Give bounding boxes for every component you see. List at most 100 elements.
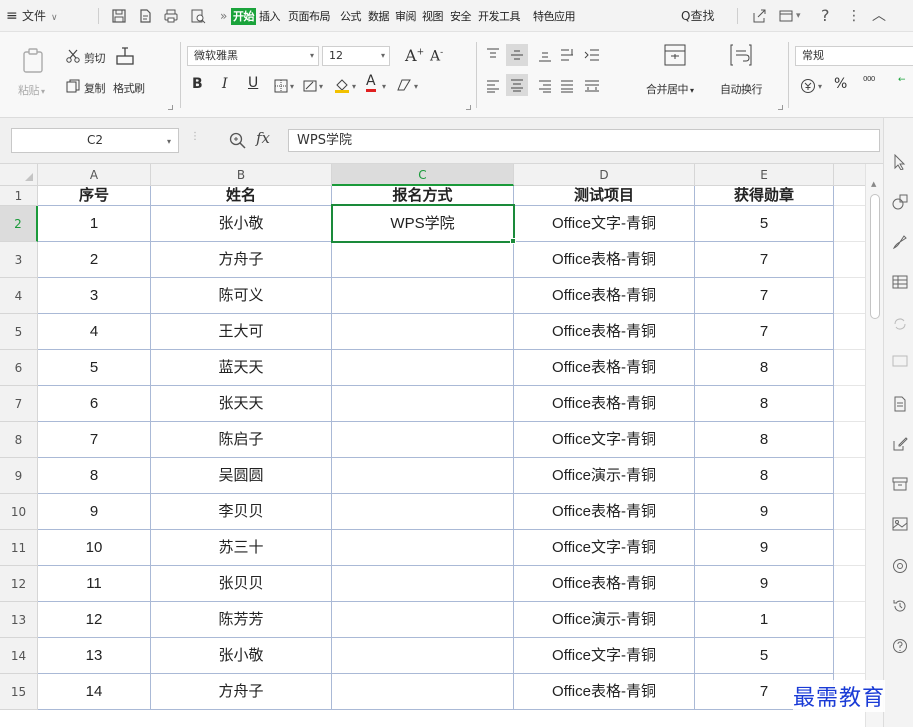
cell-e6[interactable]: 8 <box>695 350 834 386</box>
cut-button[interactable]: 剪切 <box>84 50 106 66</box>
cell-b6[interactable]: 蓝天天 <box>151 350 332 386</box>
cell-f1[interactable] <box>834 186 865 206</box>
indent-icon[interactable] <box>584 48 600 62</box>
collapse-ribbon-button[interactable]: ︿ <box>872 0 886 32</box>
row-header-14[interactable]: 14 <box>0 638 38 674</box>
row-header-10[interactable]: 10 <box>0 494 38 530</box>
table-icon[interactable] <box>892 274 908 290</box>
comment-icon[interactable] <box>892 354 908 370</box>
orientation-icon[interactable] <box>560 48 576 62</box>
column-header-extra[interactable] <box>834 164 865 186</box>
cell-d6[interactable]: Office表格-青铜 <box>514 350 695 386</box>
cell-e1[interactable]: 获得勋章 <box>695 186 834 206</box>
shapes-icon[interactable] <box>892 194 908 210</box>
cell-b12[interactable]: 张贝贝 <box>151 566 332 602</box>
zoom-formula-icon[interactable] <box>229 132 246 149</box>
formula-input[interactable]: WPS学院 <box>288 129 880 152</box>
cell-c13[interactable] <box>332 602 514 638</box>
font-name-select[interactable]: 微软雅黑 ▾ <box>187 46 319 66</box>
row-header-7[interactable]: 7 <box>0 386 38 422</box>
cell-f5[interactable] <box>834 314 865 350</box>
cell-c9[interactable] <box>332 458 514 494</box>
row-header-9[interactable]: 9 <box>0 458 38 494</box>
chevron-down-icon[interactable]: ▾ <box>796 0 801 32</box>
font-color-icon[interactable]: A <box>366 74 376 92</box>
at-sign-icon[interactable] <box>892 558 908 574</box>
cell-e5[interactable]: 7 <box>695 314 834 350</box>
chevron-down-icon[interactable]: ▾ <box>290 82 294 91</box>
cell-d5[interactable]: Office表格-青铜 <box>514 314 695 350</box>
column-header-e[interactable]: E <box>695 164 834 186</box>
cell-c10[interactable] <box>332 494 514 530</box>
chevron-down-icon[interactable]: ▾ <box>319 82 323 91</box>
document-icon[interactable] <box>892 396 908 412</box>
tab-insert[interactable]: 插入 <box>259 8 281 25</box>
underline-button[interactable]: U <box>248 75 258 91</box>
tab-special-features[interactable]: 特色应用 <box>533 8 576 25</box>
cell-d10[interactable]: Office表格-青铜 <box>514 494 695 530</box>
cell-d7[interactable]: Office表格-青铜 <box>514 386 695 422</box>
row-header-11[interactable]: 11 <box>0 530 38 566</box>
cell-e4[interactable]: 7 <box>695 278 834 314</box>
cell-c2[interactable]: WPS学院 <box>332 206 514 242</box>
cell-f13[interactable] <box>834 602 865 638</box>
cell-e8[interactable]: 8 <box>695 422 834 458</box>
row-header-2[interactable]: 2 <box>0 206 38 242</box>
cell-e3[interactable]: 7 <box>695 242 834 278</box>
cell-a4[interactable]: 3 <box>38 278 151 314</box>
column-header-c[interactable]: C <box>332 164 514 186</box>
cell-a13[interactable]: 12 <box>38 602 151 638</box>
row-header-6[interactable]: 6 <box>0 350 38 386</box>
vertical-scrollbar[interactable]: ▲ <box>865 164 883 727</box>
justify-icon[interactable] <box>560 79 574 93</box>
borders-icon[interactable] <box>274 79 288 93</box>
copy-button[interactable]: 复制 <box>84 80 106 96</box>
cell-d9[interactable]: Office演示-青铜 <box>514 458 695 494</box>
more-options-button[interactable]: ⋮ <box>847 0 861 32</box>
cell-b9[interactable]: 吴圆圆 <box>151 458 332 494</box>
cell-b7[interactable]: 张天天 <box>151 386 332 422</box>
row-header-3[interactable]: 3 <box>0 242 38 278</box>
cell-d4[interactable]: Office表格-青铜 <box>514 278 695 314</box>
cell-f10[interactable] <box>834 494 865 530</box>
name-box[interactable]: C2 <box>11 128 179 153</box>
tab-data[interactable]: 数据 <box>368 8 390 25</box>
share-icon[interactable] <box>751 8 767 24</box>
more-quick-access-button[interactable]: » <box>220 0 227 32</box>
cell-a6[interactable]: 5 <box>38 350 151 386</box>
cell-a1[interactable]: 序号 <box>38 186 151 206</box>
cell-b3[interactable]: 方舟子 <box>151 242 332 278</box>
cell-f2[interactable] <box>834 206 865 242</box>
tab-home[interactable]: 开始 <box>231 8 256 25</box>
cell-d13[interactable]: Office演示-青铜 <box>514 602 695 638</box>
history-icon[interactable] <box>892 598 908 614</box>
tab-view[interactable]: 视图 <box>422 8 444 25</box>
clear-format-icon[interactable] <box>396 78 412 92</box>
cell-d2[interactable]: Office文字-青铜 <box>514 206 695 242</box>
increase-decimal-icon[interactable]: ← <box>898 75 906 85</box>
bold-button[interactable]: B <box>192 76 203 92</box>
cell-e12[interactable]: 9 <box>695 566 834 602</box>
insert-function-button[interactable]: fx <box>256 129 270 147</box>
cell-d11[interactable]: Office文字-青铜 <box>514 530 695 566</box>
cell-c15[interactable] <box>332 674 514 710</box>
edit-icon[interactable] <box>892 436 908 452</box>
archive-icon[interactable] <box>892 476 908 492</box>
cell-b2[interactable]: 张小敬 <box>151 206 332 242</box>
chevron-down-icon[interactable]: ▾ <box>167 137 171 146</box>
cell-b13[interactable]: 陈芳芳 <box>151 602 332 638</box>
column-header-a[interactable]: A <box>38 164 151 186</box>
cell-b11[interactable]: 苏三十 <box>151 530 332 566</box>
cell-a9[interactable]: 8 <box>38 458 151 494</box>
fill-handle[interactable] <box>510 238 516 244</box>
cell-c4[interactable] <box>332 278 514 314</box>
paste-icon[interactable] <box>22 48 44 74</box>
cell-f9[interactable] <box>834 458 865 494</box>
number-format-select[interactable]: 常规 <box>795 46 913 66</box>
select-all-corner[interactable] <box>0 164 38 186</box>
cell-b8[interactable]: 陈启子 <box>151 422 332 458</box>
select-cursor-icon[interactable] <box>892 154 908 170</box>
cell-e13[interactable]: 1 <box>695 602 834 638</box>
cell-a8[interactable]: 7 <box>38 422 151 458</box>
search-button[interactable]: Q查找 <box>681 0 714 32</box>
